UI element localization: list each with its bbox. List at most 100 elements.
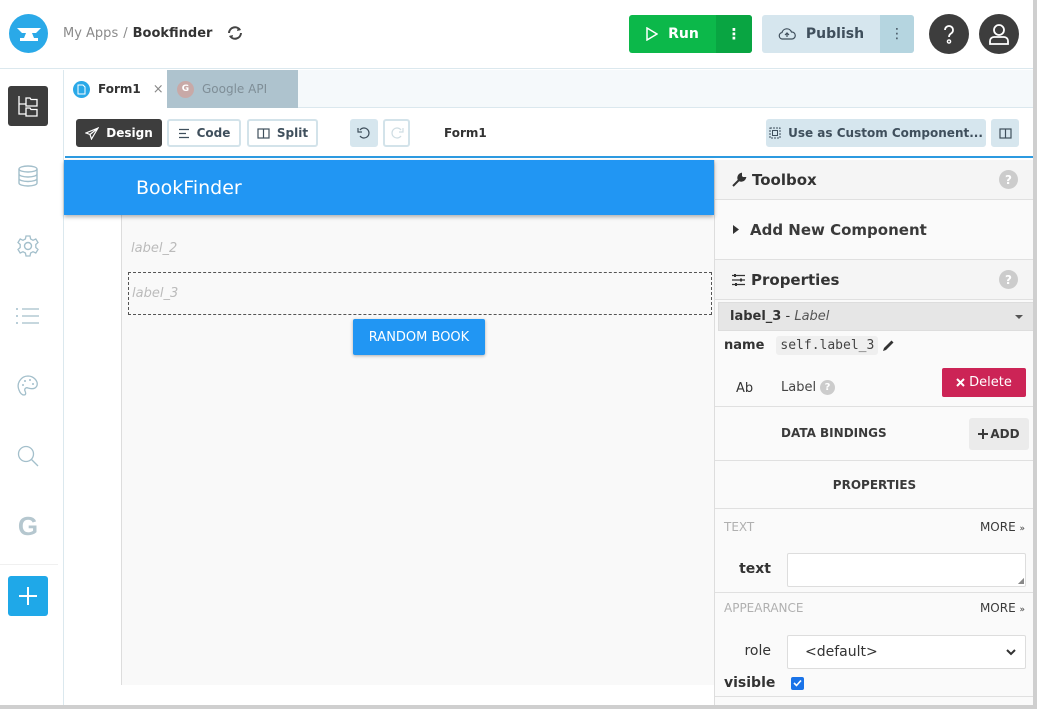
dropdown-caret-icon — [1015, 315, 1023, 319]
run-options-button[interactable]: ⋮ — [716, 15, 752, 53]
rail-outline[interactable] — [8, 296, 48, 336]
undo-icon — [357, 127, 370, 139]
rail-data[interactable] — [8, 156, 48, 196]
pencil-icon[interactable] — [882, 339, 895, 352]
publish-options-button[interactable]: ⋮ — [880, 15, 914, 53]
editor-toolbar: Design Code Split Form1 Use as Custom Co… — [65, 108, 1033, 158]
current-form-name: Form1 — [444, 126, 487, 140]
component-type: Label ? — [781, 380, 836, 395]
name-key: name — [724, 338, 765, 353]
label-2[interactable]: label_2 — [131, 241, 177, 256]
google-icon: G — [17, 510, 39, 541]
form-title-bar[interactable]: BookFinder — [64, 160, 714, 215]
rail-settings[interactable] — [8, 226, 48, 266]
rail-search[interactable] — [8, 436, 48, 476]
paper-plane-icon — [85, 126, 100, 140]
toolbox-header[interactable]: Toolbox ? — [715, 160, 1033, 200]
appearance-more-toggle[interactable]: MORE » — [980, 601, 1025, 615]
double-chevron-down-icon: » — [1019, 605, 1025, 615]
selected-separator: - — [781, 309, 795, 324]
redo-icon — [390, 127, 404, 139]
cloud-upload-icon — [778, 28, 796, 40]
sliders-icon — [732, 273, 745, 286]
component-name-row: name self.label_3 — [724, 336, 895, 355]
rail-google[interactable]: G — [8, 506, 48, 546]
chevron-down-icon — [1006, 649, 1016, 656]
breadcrumb-my-apps[interactable]: My Apps — [63, 26, 118, 41]
list-icon — [16, 308, 39, 324]
add-binding-button[interactable]: ADD — [969, 418, 1029, 450]
add-new-component-label: Add New Component — [750, 220, 927, 239]
use-as-custom-component-button[interactable]: Use as Custom Component... — [766, 119, 986, 147]
publish-main[interactable]: Publish — [762, 15, 880, 53]
app-window: My Apps / Bookfinder Run ⋮ Publish ⋮ G F… — [0, 0, 1033, 705]
rail-app-browser[interactable] — [8, 86, 48, 126]
label-3-selected[interactable]: label_3 — [128, 272, 712, 315]
split-view-button[interactable]: Split — [247, 119, 318, 147]
tab-form1[interactable]: Form1 × — [65, 70, 167, 108]
properties-help-icon[interactable]: ? — [999, 270, 1018, 289]
label-3: label_3 — [132, 286, 179, 301]
redo-button[interactable] — [383, 119, 410, 147]
visible-field-label: visible — [724, 675, 776, 691]
tab-google-api-label: Google API — [202, 82, 268, 96]
resize-handle-icon[interactable]: ◢ — [1018, 576, 1024, 585]
settings-icon — [17, 235, 39, 257]
component-type-row: Ab Label ? Delete — [715, 365, 1033, 407]
data-bindings-title: DATA BINDINGS — [781, 426, 887, 440]
role-select[interactable]: <default> — [787, 635, 1026, 669]
add-new-component-toggle[interactable]: Add New Component — [715, 200, 1033, 260]
appearance-more-label: MORE — [979, 601, 1016, 615]
breadcrumb: My Apps / Bookfinder — [63, 25, 245, 41]
component-name-value[interactable]: self.label_3 — [776, 336, 879, 355]
role-selected-value: <default> — [805, 644, 878, 660]
help-button[interactable] — [929, 14, 969, 54]
rail-add-feature[interactable] — [8, 576, 48, 616]
split-label: Split — [276, 126, 309, 140]
toolbox-help-icon[interactable]: ? — [999, 170, 1018, 189]
anvil-icon — [16, 27, 41, 41]
divider — [715, 592, 1033, 593]
align-left-icon — [178, 128, 189, 138]
undo-button[interactable] — [350, 119, 378, 147]
text-input[interactable]: ◢ — [787, 553, 1026, 587]
run-main[interactable]: Run — [629, 15, 716, 53]
toolbox-title: Toolbox — [752, 170, 817, 189]
run-button[interactable]: Run ⋮ — [629, 15, 752, 53]
publish-button[interactable]: Publish ⋮ — [762, 15, 914, 53]
sync-icon[interactable] — [225, 25, 245, 41]
anvil-logo[interactable] — [9, 14, 48, 53]
user-account-button[interactable] — [979, 14, 1019, 54]
form-title: BookFinder — [136, 176, 242, 199]
run-label: Run — [668, 26, 699, 42]
type-help-icon[interactable]: ? — [820, 380, 836, 395]
top-bar: My Apps / Bookfinder Run ⋮ Publish ⋮ — [0, 0, 1033, 69]
code-view-button[interactable]: Code — [167, 119, 241, 147]
design-label: Design — [106, 126, 153, 140]
properties-section-title: PROPERTIES — [715, 461, 1033, 509]
label-type-icon: Ab — [736, 381, 754, 396]
selected-component-name: label_3 — [730, 309, 782, 324]
close-icon[interactable]: × — [153, 82, 164, 97]
component-selector[interactable]: label_3 - Label — [718, 302, 1033, 331]
code-label: Code — [196, 126, 231, 140]
delete-component-button[interactable]: Delete — [942, 368, 1026, 397]
double-chevron-down-icon: » — [1019, 524, 1025, 534]
form-content-panel[interactable]: label_2 label_3 RANDOM BOOK — [121, 215, 714, 685]
rail-theme[interactable] — [8, 366, 48, 406]
random-book-button[interactable]: RANDOM BOOK — [353, 319, 485, 355]
breadcrumb-separator: / — [123, 25, 128, 41]
custom-component-icon — [769, 127, 781, 139]
tab-google-api[interactable]: G Google API — [167, 70, 298, 108]
component-type-label: Label — [781, 380, 817, 395]
rail-divider — [0, 564, 58, 565]
properties-header[interactable]: Properties ? — [715, 260, 1033, 300]
visible-checkbox[interactable] — [791, 676, 805, 690]
text-group-title: TEXT — [724, 520, 755, 534]
text-more-toggle[interactable]: MORE » — [980, 520, 1025, 534]
publish-label: Publish — [805, 26, 865, 42]
toggle-panel-button[interactable] — [991, 119, 1019, 147]
properties-title: Properties — [751, 270, 840, 289]
breadcrumb-app-name: Bookfinder — [132, 25, 213, 41]
design-view-button[interactable]: Design — [76, 119, 162, 147]
